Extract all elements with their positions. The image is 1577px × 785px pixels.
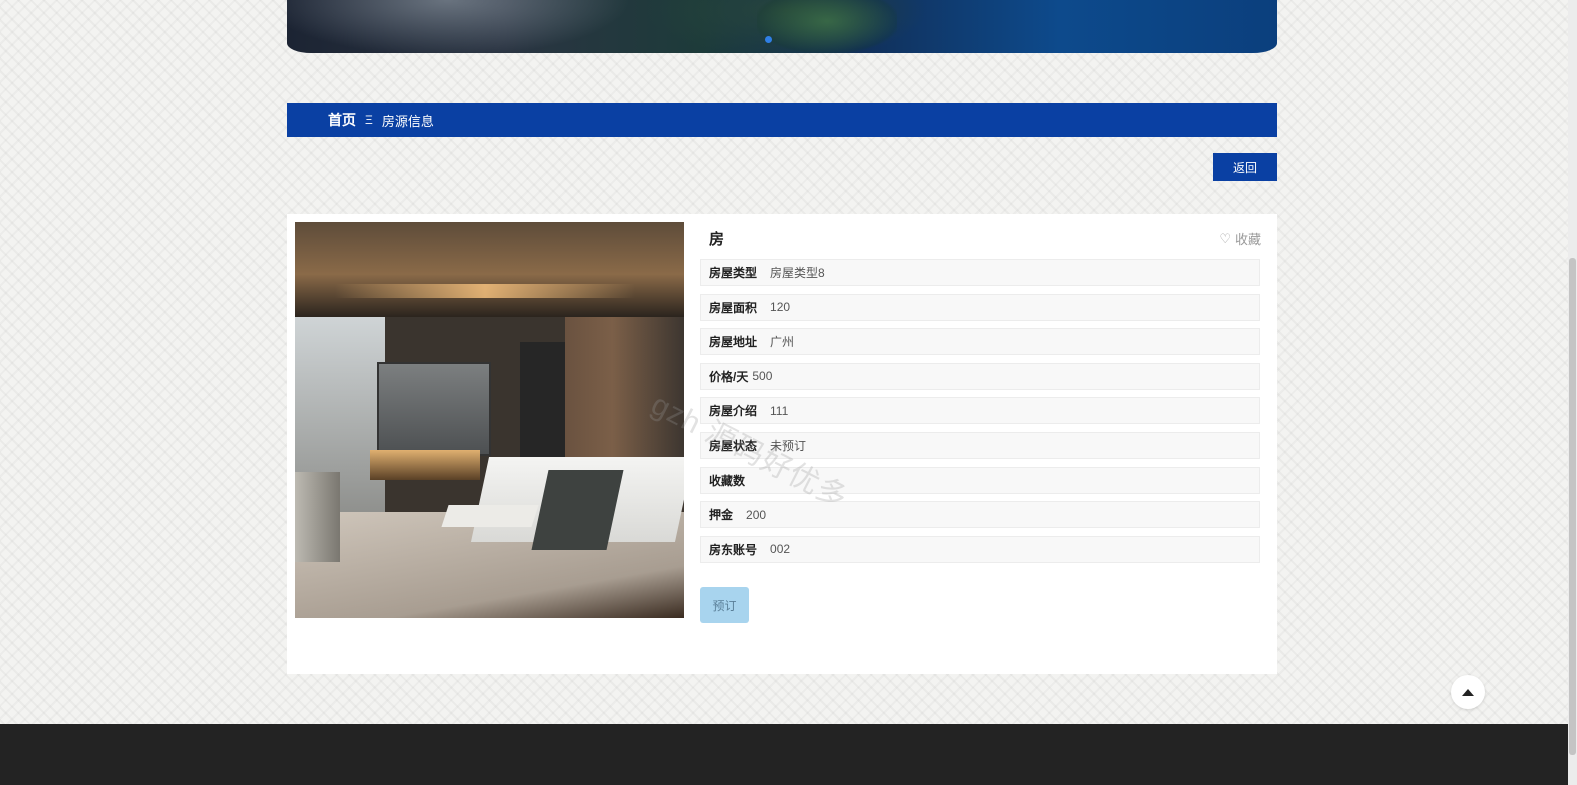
attribute-row: 房屋面积 120: [700, 293, 1260, 321]
attribute-row: 押金 200: [700, 501, 1260, 529]
attribute-label: 押金: [709, 508, 734, 523]
attribute-row: 房屋介绍 111: [700, 397, 1260, 425]
scrollbar-thumb[interactable]: [1569, 258, 1576, 755]
attribute-label: 房东账号: [709, 542, 758, 557]
attribute-label: 房屋类型: [709, 266, 758, 280]
attribute-row: 房屋地址 广州: [700, 328, 1260, 356]
attribute-value: 120: [770, 300, 791, 315]
favorite-button[interactable]: ♡ 收藏: [1219, 229, 1261, 248]
attribute-label: 房屋介绍: [709, 404, 758, 419]
footer: [0, 724, 1577, 785]
attribute-label: 房屋地址: [709, 335, 758, 350]
attribute-row: 房屋类型 房屋类型8: [700, 259, 1260, 286]
breadcrumb: 首页 Ξ 房源信息: [287, 103, 1277, 137]
breadcrumb-separator-icon: Ξ: [365, 113, 373, 127]
hero-banner: [287, 0, 1277, 53]
attribute-label: 房屋面积: [709, 300, 758, 315]
attribute-value: 200: [746, 507, 767, 522]
arrow-up-icon: [1462, 688, 1474, 696]
attribute-value: 房屋类型8: [770, 266, 825, 280]
listing-detail-card: 房 ♡ 收藏 房屋类型 房屋类型8 房屋面积 120 房屋地址 广州 价格/天 …: [287, 214, 1277, 674]
book-button[interactable]: 预订: [700, 587, 749, 623]
attribute-value: 002: [770, 542, 791, 557]
favorite-label: 收藏: [1234, 232, 1261, 247]
room-photo: [295, 222, 684, 618]
listing-title: 房: [709, 231, 725, 248]
attribute-row: 价格/天 500: [700, 362, 1260, 390]
attribute-value: 111: [770, 403, 789, 418]
attribute-row: 收藏数: [700, 466, 1260, 494]
attribute-value: 未预订: [770, 438, 807, 453]
attribute-label: 价格/天: [709, 369, 749, 384]
attribute-row: 房东账号 002: [700, 535, 1260, 563]
attribute-label: 收藏数: [709, 473, 746, 488]
carousel-indicator-dot[interactable]: [765, 36, 772, 43]
heart-outline-icon: ♡: [1219, 230, 1231, 246]
attribute-row: 房屋状态 未预订: [700, 431, 1260, 459]
attribute-value: 广州: [770, 335, 795, 350]
attribute-value: 500: [752, 369, 773, 384]
scroll-to-top-button[interactable]: [1451, 675, 1485, 709]
back-button[interactable]: 返回: [1213, 153, 1277, 181]
breadcrumb-current: 房源信息: [381, 113, 434, 129]
breadcrumb-home-link[interactable]: 首页: [328, 110, 356, 130]
page-scrollbar[interactable]: [1568, 0, 1577, 785]
attribute-list: 房屋类型 房屋类型8 房屋面积 120 房屋地址 广州 价格/天 500 房屋介…: [700, 259, 1260, 570]
attribute-label: 房屋状态: [709, 438, 758, 453]
